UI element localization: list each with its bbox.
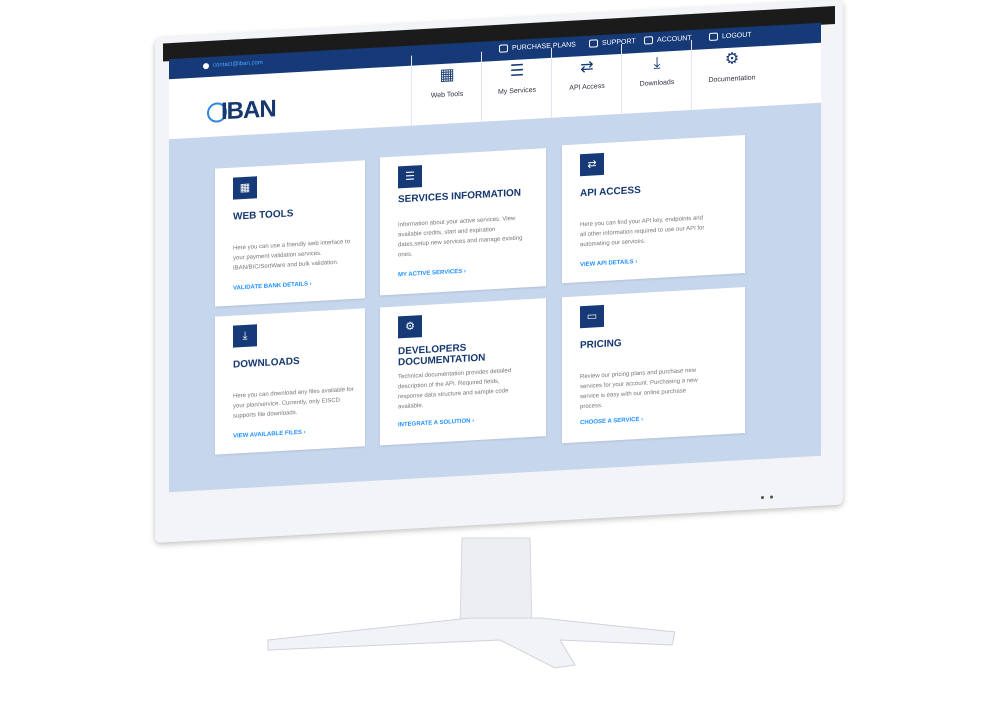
card-developers-documentation: ⚙ DEVELOPERS DOCUMENTATION Technical doc… (380, 298, 546, 446)
card-pricing: ▭ PRICING Review our pricing plans and p… (562, 287, 745, 444)
dashboard: ▦ WEB TOOLS Here you can use a friendly … (169, 102, 821, 493)
arrows-icon: ⇄ (580, 152, 604, 177)
card-title: DEVELOPERS DOCUMENTATION (398, 342, 486, 369)
card-api-access: ⇄ API ACCESS Here you can find your API … (562, 135, 745, 284)
card-description: Here you can find your API key, endpoint… (580, 215, 705, 249)
download-icon: ⤓ (233, 324, 257, 348)
logo[interactable]: IBAN (207, 95, 276, 127)
user-icon (203, 62, 209, 70)
grid-icon: ▦ (439, 66, 455, 85)
server-icon: ☰ (398, 165, 422, 189)
validate-bank-details-link[interactable]: VALIDATE BANK DETAILS › (233, 281, 312, 291)
card-title: SERVICES INFORMATION (398, 187, 521, 206)
card-title: PRICING (580, 337, 622, 352)
card-title: API ACCESS (580, 184, 641, 200)
card-description: Here you can use a friendly web interfac… (233, 239, 351, 272)
download-icon: ⤓ (653, 54, 661, 73)
card-downloads: ⤓ DOWNLOADS Here you can download any fi… (215, 308, 365, 455)
credit-card-icon: ▭ (580, 304, 604, 329)
card-description: Information about your active services. … (398, 215, 523, 259)
view-available-files-link[interactable]: VIEW AVAILABLE FILES › (233, 430, 306, 440)
card-title: DOWNLOADS (233, 355, 300, 371)
nav-downloads[interactable]: ⤓ Downloads (621, 39, 692, 114)
gears-icon: ⚙ (398, 315, 422, 339)
gears-icon: ⚙ (724, 50, 740, 69)
card-description: Review our pricing plans and purchase ne… (580, 367, 698, 411)
server-icon: ☰ (509, 62, 525, 81)
monitor: PURCHASE PLANS SUPPORT ACCOUNT LOGOUT co… (155, 0, 843, 543)
integrate-a-solution-link[interactable]: INTEGRATE A SOLUTION › (398, 418, 474, 428)
card-web-tools: ▦ WEB TOOLS Here you can use a friendly … (215, 160, 365, 307)
arrows-icon: ⇄ (580, 58, 594, 77)
choose-a-service-link[interactable]: CHOOSE A SERVICE › (580, 417, 643, 427)
nav-documentation[interactable]: ⚙ Documentation (691, 35, 772, 111)
card-title: WEB TOOLS (233, 208, 294, 223)
nav-web-tools[interactable]: ▦ Web Tools (411, 51, 482, 126)
card-description: Here you can download any files availabl… (233, 386, 354, 420)
power-leds (761, 495, 773, 500)
grid-icon: ▦ (233, 176, 257, 200)
my-active-services-link[interactable]: MY ACTIVE SERVICES › (398, 269, 466, 279)
nav-my-services[interactable]: ☰ My Services (481, 47, 552, 122)
card-description: Technical documentation provides detaile… (398, 368, 512, 411)
view-api-details-link[interactable]: VIEW API DETAILS › (580, 259, 637, 268)
nav-api-access[interactable]: ⇄ API Access (551, 43, 622, 118)
card-services-information: ☰ SERVICES INFORMATION Information about… (380, 148, 546, 296)
